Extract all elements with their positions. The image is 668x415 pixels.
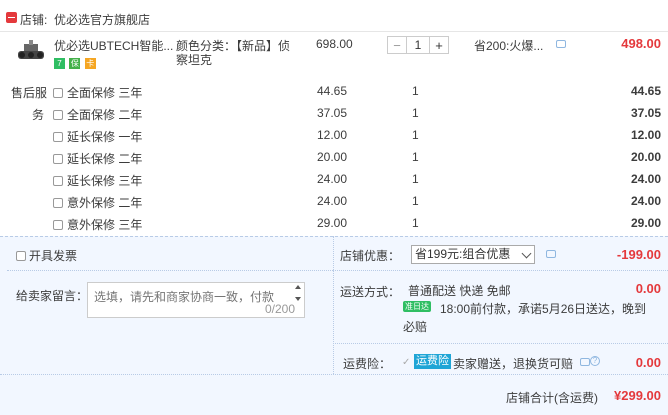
shipping-promise-line2: 必赔 <box>403 320 428 334</box>
shop-label: 店铺: <box>20 13 48 27</box>
shop-total-amount: ¥299.00 <box>614 388 661 403</box>
quantity-stepper: − 1 + <box>387 36 449 54</box>
divider <box>333 343 668 344</box>
service-price: 12.00 <box>317 128 348 142</box>
service-subtotal: 44.65 <box>630 84 661 98</box>
service-checkbox[interactable] <box>53 220 63 230</box>
service-name: 意外保修 二年 <box>67 196 143 210</box>
promo-chat-icon[interactable] <box>556 40 566 48</box>
service-name: 延长保修 三年 <box>67 174 143 188</box>
product-title-link[interactable]: 优必选UBTECH智能... <box>54 37 173 54</box>
service-name: 全面保修 三年 <box>67 86 143 100</box>
service-subtotal: 24.00 <box>630 172 661 186</box>
shop-discount-label: 店铺优惠： <box>340 249 401 263</box>
service-qty: 1 <box>412 150 419 164</box>
message-counter: 0/200 <box>265 302 296 316</box>
product-subtotal: 498.00 <box>621 36 661 51</box>
product-thumbnail[interactable] <box>14 37 48 63</box>
insurance-desc: 卖家赠送，退换货可赔 <box>453 357 574 371</box>
shop-discount-select[interactable]: 省199元:组合优惠 <box>411 245 535 264</box>
quantity-input[interactable]: 1 <box>406 37 430 53</box>
service-price: 29.00 <box>317 216 348 230</box>
insurance-label: 运费险： <box>343 357 392 371</box>
promo-text: 省200:火爆... <box>474 39 544 53</box>
service-qty: 1 <box>412 194 419 208</box>
product-badges: 7 保 卡 <box>54 56 97 70</box>
shipping-promise-line1: 18:00前付款，承诺5月26日送达，晚到 <box>440 302 647 316</box>
service-name: 延长保修 二年 <box>67 152 143 166</box>
service-subtotal: 20.00 <box>630 150 661 164</box>
delivery-tag: 准日达 <box>403 301 431 312</box>
service-qty: 1 <box>412 106 419 120</box>
chevron-down-icon <box>521 248 532 259</box>
shop-discount-selected: 省199元:组合优惠 <box>415 247 511 261</box>
invoice-label[interactable]: 开具发票 <box>29 247 77 264</box>
scroll-down-arrow-icon[interactable] <box>295 297 301 301</box>
product-unit-price: 698.00 <box>316 37 353 51</box>
service-checkbox[interactable] <box>53 132 63 142</box>
service-qty: 1 <box>412 84 419 98</box>
service-checkbox[interactable] <box>53 176 63 186</box>
service-name: 延长保修 一年 <box>67 130 143 144</box>
service-checkbox[interactable] <box>53 198 63 208</box>
shop-total-label: 店铺合计(含运费) <box>506 391 598 405</box>
shop-icon <box>6 12 17 23</box>
service-qty: 1 <box>412 172 419 186</box>
help-icon[interactable]: ? <box>590 356 600 366</box>
services-label-line2: 务 <box>32 108 45 122</box>
insurance-tag: 运费险 <box>414 354 451 369</box>
scroll-up-arrow-icon[interactable] <box>295 285 301 289</box>
shipping-label: 运送方式： <box>340 285 401 299</box>
insurance-amount: 0.00 <box>635 355 661 370</box>
service-checkbox[interactable] <box>53 154 63 164</box>
divider <box>333 270 668 271</box>
message-label: 给卖家留言： <box>16 289 89 303</box>
service-checkbox[interactable] <box>53 110 63 120</box>
increase-quantity-button[interactable]: + <box>430 37 448 53</box>
service-price: 20.00 <box>317 150 348 164</box>
shop-total-bar: 店铺合计(含运费) ¥299.00 <box>0 374 668 415</box>
service-name: 意外保修 三年 <box>67 218 143 232</box>
invoice-checkbox[interactable] <box>16 251 26 261</box>
product-spec-line2: 察坦克 <box>176 53 213 67</box>
service-name: 全面保修 二年 <box>67 108 143 122</box>
discount-chat-icon[interactable] <box>546 250 556 258</box>
service-subtotal: 12.00 <box>630 128 661 142</box>
shop-discount-amount: -199.00 <box>616 247 661 262</box>
shop-name-link[interactable]: 优必选官方旗舰店 <box>54 11 150 28</box>
divider <box>7 270 333 271</box>
credit-card-icon: 卡 <box>84 58 96 70</box>
service-subtotal: 37.05 <box>630 106 661 120</box>
service-price: 37.05 <box>317 106 348 120</box>
shop-header: 店铺: 优必选官方旗舰店 <box>0 0 668 32</box>
service-price: 24.00 <box>317 172 348 186</box>
guarantee-icon: 保 <box>69 58 81 70</box>
service-checkbox[interactable] <box>53 88 63 98</box>
insurance-check-icon: ✓ <box>402 357 411 368</box>
seven-day-return-icon: 7 <box>54 58 65 70</box>
insurance-chat-icon[interactable] <box>580 358 590 366</box>
service-price: 44.65 <box>317 84 348 98</box>
shipping-amount: 0.00 <box>635 281 661 296</box>
service-subtotal: 29.00 <box>630 216 661 230</box>
service-subtotal: 24.00 <box>630 194 661 208</box>
service-qty: 1 <box>412 216 419 230</box>
service-qty: 1 <box>412 128 419 142</box>
services-label-line1: 售后服 <box>11 86 48 100</box>
shipping-method: 普通配送 快递 免邮 <box>408 284 511 298</box>
decrease-quantity-button[interactable]: − <box>388 37 406 53</box>
service-price: 24.00 <box>317 194 348 208</box>
